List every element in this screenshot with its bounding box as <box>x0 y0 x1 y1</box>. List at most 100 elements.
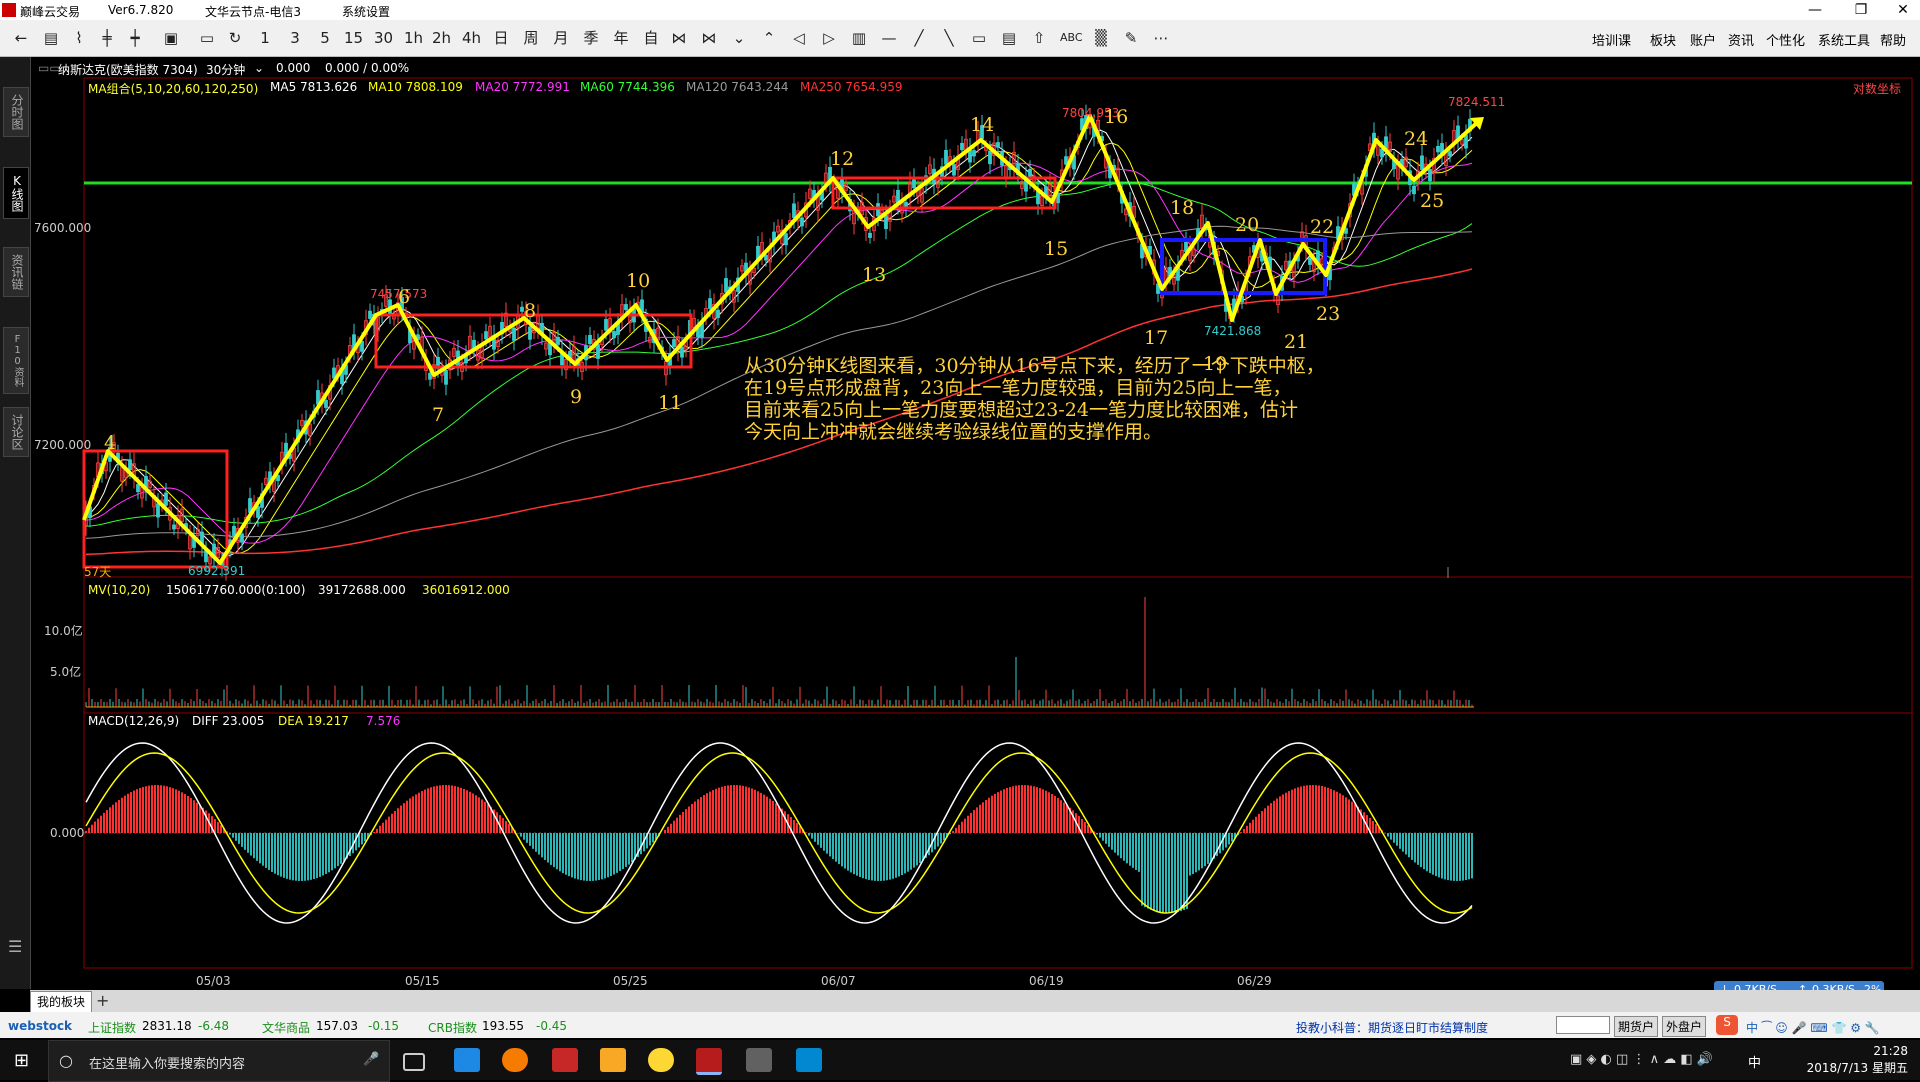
wave-label-24: 24 <box>1404 128 1429 150</box>
taskbar-search[interactable]: ○ 在这里输入你要搜索的内容 🎤 <box>48 1040 390 1082</box>
index-1-change: -6.48 <box>198 1019 230 1033</box>
candle-body <box>528 326 532 340</box>
file-explorer-icon[interactable] <box>600 1048 626 1072</box>
candle-body <box>128 459 132 471</box>
app-red-icon[interactable] <box>552 1048 578 1072</box>
candle-body <box>960 142 964 151</box>
trading-app-icon[interactable] <box>696 1048 722 1075</box>
app-blue-icon[interactable] <box>796 1048 822 1072</box>
chart-area[interactable] <box>0 0 1920 1000</box>
candle-body <box>708 298 712 309</box>
candle-body <box>884 215 888 230</box>
candle-body <box>996 142 1000 148</box>
education-tip[interactable]: 投教小科普：期货逐日盯市结算制度 <box>1296 1019 1488 1036</box>
candle-body <box>876 203 880 217</box>
taskbar: ⊞ ○ 在这里输入你要搜索的内容 🎤 ▣ ◈ ◐ ◫ ⋮ ∧ ☁ ◧ 🔊 中 2… <box>0 1040 1920 1082</box>
annotation-line-2: 在19号点形成盘背，23向上一笔力度较强，目前为25向上一笔， <box>744 377 1292 399</box>
bottom-tabs: 我的板块 + <box>30 990 1920 1013</box>
futures-account-button[interactable]: 期货户 <box>1614 1016 1659 1037</box>
index-1-name[interactable]: 上证指数 <box>88 1019 136 1036</box>
price-axis-7200: 7200.000 <box>34 438 92 452</box>
index-3-change: -0.45 <box>536 1019 568 1033</box>
candle-body <box>596 344 600 359</box>
forex-account-button[interactable]: 外盘户 <box>1662 1016 1707 1037</box>
days-label: 57天 <box>84 565 112 579</box>
candle-body <box>672 339 676 347</box>
volume-value-2: 39172688.000 <box>318 583 406 597</box>
volume-legend[interactable]: MV(10,20) <box>88 583 150 597</box>
status-bar: webstock 上证指数 2831.18 -6.48 文华商品 157.03 … <box>0 1012 1920 1038</box>
system-tray-icons[interactable]: ▣ ◈ ◐ ◫ ⋮ ∧ ☁ ◧ 🔊 <box>1570 1052 1713 1067</box>
candle-body <box>952 164 956 176</box>
ime-indicator[interactable]: 中 <box>1748 1052 1761 1071</box>
index-3-name[interactable]: CRB指数 <box>428 1019 477 1036</box>
wave-label-25: 25 <box>1420 190 1445 212</box>
clock-time: 21:28 <box>1873 1044 1908 1058</box>
price-axis-7600: 7600.000 <box>34 221 92 235</box>
candle-body <box>1448 151 1452 157</box>
candle-body <box>800 217 804 227</box>
date-0607: 06/07 <box>821 974 856 988</box>
wave-label-11: 11 <box>658 392 683 414</box>
index-1-value: 2831.18 <box>142 1019 192 1033</box>
macd-value: 7.576 <box>366 714 401 728</box>
volume-axis-10: 10.0亿 <box>44 624 83 638</box>
wave-label-21: 21 <box>1284 331 1309 353</box>
sogou-ime-icon[interactable]: S <box>1716 1015 1738 1035</box>
candle-body <box>1308 257 1312 265</box>
candle-body <box>588 334 592 345</box>
tab-my-sectors[interactable]: 我的板块 <box>30 991 93 1013</box>
date-0619: 06/19 <box>1029 974 1064 988</box>
candle-body <box>444 370 448 385</box>
wave-label-7: 7 <box>432 404 445 426</box>
wave-label-15: 15 <box>1044 238 1069 260</box>
candle-body <box>484 331 488 340</box>
candle-body <box>368 310 372 319</box>
index-2-name[interactable]: 文华商品 <box>262 1019 310 1036</box>
candle-body <box>716 309 720 318</box>
annotation-line-1: 从30分钟K线图来看，30分钟从16号点下来，经历了一个下跌中枢， <box>744 355 1325 377</box>
taskbar-clock[interactable]: 21:28 2018/7/13 星期五 <box>1807 1043 1908 1077</box>
candle-body <box>1436 145 1440 153</box>
wave-label-10: 10 <box>626 270 651 292</box>
candle-body <box>172 524 176 530</box>
candle-body <box>988 150 992 165</box>
candle-body <box>612 331 616 339</box>
add-tab-icon[interactable]: + <box>96 991 109 1010</box>
candle-body <box>256 506 260 518</box>
quick-input[interactable] <box>1556 1016 1610 1034</box>
edge-browser-icon[interactable] <box>454 1048 480 1072</box>
volume-axis-5: 5.0亿 <box>50 665 82 679</box>
wave-label-18: 18 <box>1170 197 1195 219</box>
firefox-icon[interactable] <box>502 1048 528 1072</box>
task-view-icon[interactable] <box>403 1053 425 1071</box>
wave-label-8: 8 <box>524 300 537 322</box>
volume-value-3: 36016912.000 <box>422 583 510 597</box>
index-2-change: -0.15 <box>368 1019 400 1033</box>
annotation-line-3: 目前来看25向上一笔力度要想超过23-24一笔力度比较困难，估计 <box>744 399 1298 421</box>
macd-histogram <box>85 785 1473 913</box>
candle-body <box>428 372 432 380</box>
search-placeholder: 在这里输入你要搜索的内容 <box>89 1057 246 1072</box>
wave-label-17: 17 <box>1144 327 1169 349</box>
wave-label-16: 16 <box>1104 106 1129 128</box>
wave-label-4: 4 <box>104 432 117 454</box>
candle-body <box>360 340 364 352</box>
candle-body <box>1420 155 1424 171</box>
macd-legend[interactable]: MACD(12,26,9) <box>88 714 179 728</box>
wave-label-9: 9 <box>570 386 583 408</box>
ma-lines <box>85 129 1473 557</box>
calculator-icon[interactable] <box>746 1048 772 1072</box>
candle-body <box>164 492 168 506</box>
candle-body <box>1428 169 1432 182</box>
annotation-line-4: 今天向上冲冲就会继续考验绿线位置的支撑作用。 <box>744 421 1163 443</box>
candle-body <box>156 503 160 518</box>
windows-start-icon[interactable]: ⊞ <box>14 1050 29 1071</box>
microphone-icon[interactable]: 🎤 <box>363 1052 379 1067</box>
date-0629: 06/29 <box>1237 974 1272 988</box>
ime-tray-icons[interactable]: 中 ⁀ ☺ 🎤 ⌨ 👕 ⚙ 🔧 <box>1746 1019 1880 1036</box>
app-yellow-icon[interactable] <box>648 1048 674 1072</box>
wave-label-20: 20 <box>1235 214 1260 236</box>
macd-axis-zero: 0.000 <box>50 826 85 840</box>
analysis-annotation: 从30分钟K线图来看，30分钟从16号点下来，经历了一个下跌中枢， 在19号点形… <box>744 355 1384 443</box>
